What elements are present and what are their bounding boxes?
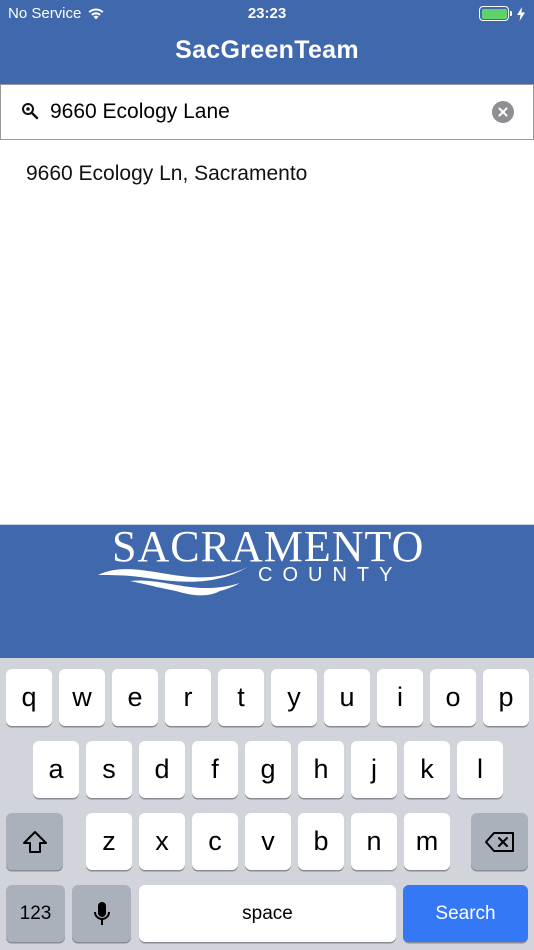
microphone-icon [93,901,110,925]
search-result-item[interactable]: 9660 Ecology Ln, Sacramento [0,152,534,196]
key-p[interactable]: p [483,669,529,726]
search-results-list: 9660 Ecology Ln, Sacramento [0,140,534,524]
key-k[interactable]: k [404,741,450,798]
key-q[interactable]: q [6,669,52,726]
space-key[interactable]: space [139,885,396,942]
search-input[interactable] [50,95,480,129]
key-v[interactable]: v [245,813,291,870]
backspace-key[interactable] [471,813,528,870]
numbers-key[interactable]: 123 [6,885,65,942]
key-i[interactable]: i [377,669,423,726]
charging-bolt-icon [517,6,525,21]
key-f[interactable]: f [192,741,238,798]
key-e[interactable]: e [112,669,158,726]
key-u[interactable]: u [324,669,370,726]
close-icon [498,107,508,117]
key-g[interactable]: g [245,741,291,798]
search-key[interactable]: Search [403,885,528,942]
backspace-icon [484,831,514,852]
key-r[interactable]: r [165,669,211,726]
key-l[interactable]: l [457,741,503,798]
key-h[interactable]: h [298,741,344,798]
key-j[interactable]: j [351,741,397,798]
key-s[interactable]: s [86,741,132,798]
shift-key[interactable] [6,813,63,870]
key-n[interactable]: n [351,813,397,870]
key-b[interactable]: b [298,813,344,870]
clear-icon[interactable] [492,101,514,123]
county-banner: SACRAMENTO COUNTY [0,524,534,658]
logo-text-sub: COUNTY [258,564,402,586]
search-bar [0,84,534,140]
sacramento-county-logo: SACRAMENTO COUNTY [98,525,423,596]
battery-icon [479,6,512,21]
key-x[interactable]: x [139,813,185,870]
search-icon [22,103,39,120]
key-z[interactable]: z [86,813,132,870]
key-w[interactable]: w [59,669,105,726]
page-title: SacGreenTeam [175,36,359,64]
battery-indicator [479,6,526,21]
shift-icon [22,830,47,853]
key-c[interactable]: c [192,813,238,870]
status-bar: No Service 23:23 [0,0,534,28]
screen: No Service 23:23 SacGreenTeam 9660 Ecolo… [0,0,534,950]
key-t[interactable]: t [218,669,264,726]
key-d[interactable]: d [139,741,185,798]
key-y[interactable]: y [271,669,317,726]
on-screen-keyboard: q w e r t y u i o p a s d f g h j k l z … [0,658,534,950]
dictation-key[interactable] [72,885,131,942]
key-o[interactable]: o [430,669,476,726]
key-m[interactable]: m [404,813,450,870]
navigation-bar: No Service 23:23 SacGreenTeam [0,0,534,84]
key-a[interactable]: a [33,741,79,798]
status-time: 23:23 [247,5,287,22]
